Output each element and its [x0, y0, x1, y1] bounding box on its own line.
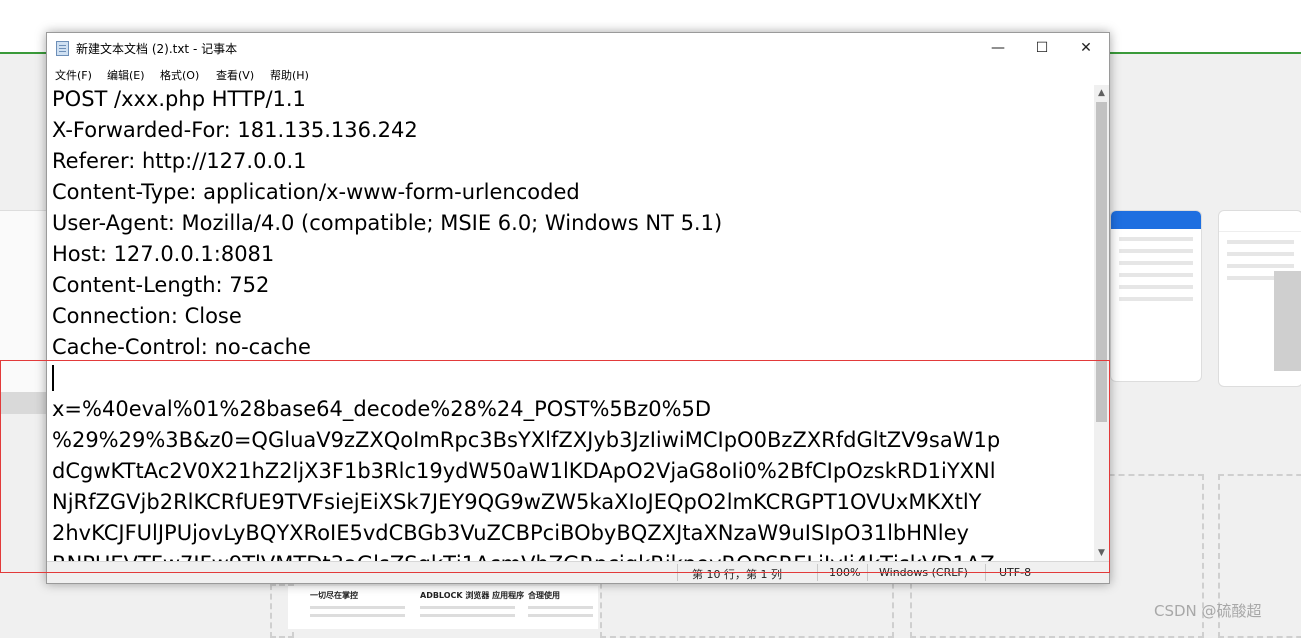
menu-edit[interactable]: 编辑(E): [107, 67, 145, 83]
thumbnail-header: [1111, 211, 1201, 229]
notepad-app-icon[interactable]: [56, 41, 69, 56]
menu-format[interactable]: 格式(O): [160, 67, 199, 83]
editor-line: Connection: Close: [52, 304, 242, 328]
background-thumbnail-1[interactable]: [1110, 210, 1202, 382]
editor-line: POST /xxx.php HTTP/1.1: [52, 87, 306, 111]
red-highlight-box: [0, 360, 1110, 573]
title-bar[interactable]: 新建文本文档 (2).txt - 记事本 — ☐ ✕: [47, 33, 1109, 63]
editor-line: Cache-Control: no-cache: [52, 335, 311, 359]
article-heading: ADBLOCK 浏览器 应用程序: [420, 591, 525, 600]
editor-line: X-Forwarded-For: 181.135.136.242: [52, 118, 418, 142]
window-title: 新建文本文档 (2).txt - 记事本: [76, 42, 238, 56]
editor-line: Content-Type: application/x-www-form-url…: [52, 180, 580, 204]
menu-help[interactable]: 帮助(H): [270, 67, 309, 83]
article-heading: 合理使用: [528, 591, 560, 600]
background-article-strip: 一切尽在掌控 ADBLOCK 浏览器 应用程序 合理使用: [288, 586, 598, 629]
menu-view[interactable]: 查看(V): [216, 67, 254, 83]
background-thumbnail-2[interactable]: [1218, 210, 1301, 387]
csdn-watermark: CSDN @硫酸超: [1154, 602, 1262, 620]
scroll-up-arrow-icon[interactable]: ▲: [1094, 85, 1109, 101]
close-button[interactable]: ✕: [1063, 33, 1109, 63]
menu-bar: 文件(F) 编辑(E) 格式(O) 查看(V) 帮助(H): [47, 63, 1109, 85]
minimize-button[interactable]: —: [975, 33, 1021, 63]
maximize-button[interactable]: ☐: [1019, 33, 1065, 63]
editor-line: Content-Length: 752: [52, 273, 270, 297]
menu-file[interactable]: 文件(F): [55, 67, 92, 83]
editor-line: Referer: http://127.0.0.1: [52, 149, 307, 173]
editor-line: User-Agent: Mozilla/4.0 (compatible; MSI…: [52, 211, 723, 235]
editor-line: Host: 127.0.0.1:8081: [52, 242, 275, 266]
article-heading: 一切尽在掌控: [310, 591, 358, 600]
thumbnail-image: [1274, 271, 1301, 371]
